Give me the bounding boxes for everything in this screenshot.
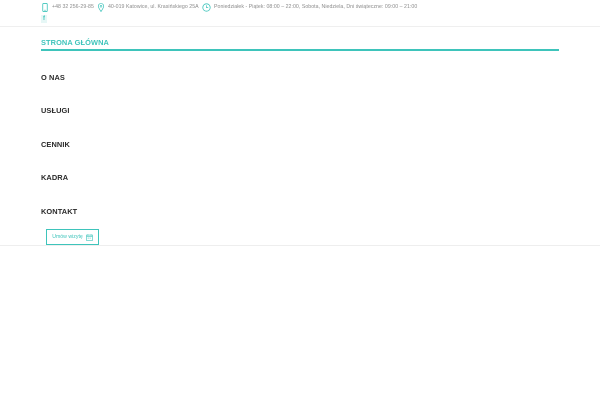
book-appointment-label: Umów wizytę — [52, 234, 83, 240]
book-appointment-button[interactable]: Umów wizytę — [46, 229, 99, 245]
phone-contact[interactable]: +48 32 256-29-85 — [41, 2, 94, 12]
nav-item-staff[interactable]: KADRA — [41, 173, 68, 182]
phone-text: +48 32 256-29-85 — [52, 4, 94, 10]
address-contact: 40-019 Katowice, ul. Krasińskiego 25A — [97, 2, 199, 12]
nav-item-contact[interactable]: KONTAKT — [41, 207, 77, 216]
hours-text: Poniedziałek - Piątek: 08:00 – 22:00, So… — [214, 4, 418, 10]
phone-icon — [42, 2, 48, 12]
nav-item-home[interactable]: STRONA GŁÓWNA — [41, 38, 109, 47]
nav-item-pricing[interactable]: CENNIK — [41, 140, 70, 149]
top-bar: +48 32 256-29-85 40-019 Katowice, ul. Kr… — [0, 0, 600, 14]
nav-item-services[interactable]: USŁUGI — [41, 106, 70, 115]
map-pin-icon — [97, 2, 105, 12]
clock-icon — [202, 2, 211, 12]
facebook-icon: f — [43, 16, 45, 22]
nav-item-about[interactable]: O NAS — [41, 73, 65, 82]
nav-home-active-underline — [41, 49, 559, 51]
facebook-link[interactable]: f — [41, 15, 47, 23]
hours-info: Poniedziałek - Piątek: 08:00 – 22:00, So… — [202, 2, 417, 12]
header-divider — [0, 26, 600, 27]
calendar-icon — [86, 233, 93, 241]
menu-bottom-divider — [0, 245, 600, 246]
address-text: 40-019 Katowice, ul. Krasińskiego 25A — [108, 4, 199, 10]
